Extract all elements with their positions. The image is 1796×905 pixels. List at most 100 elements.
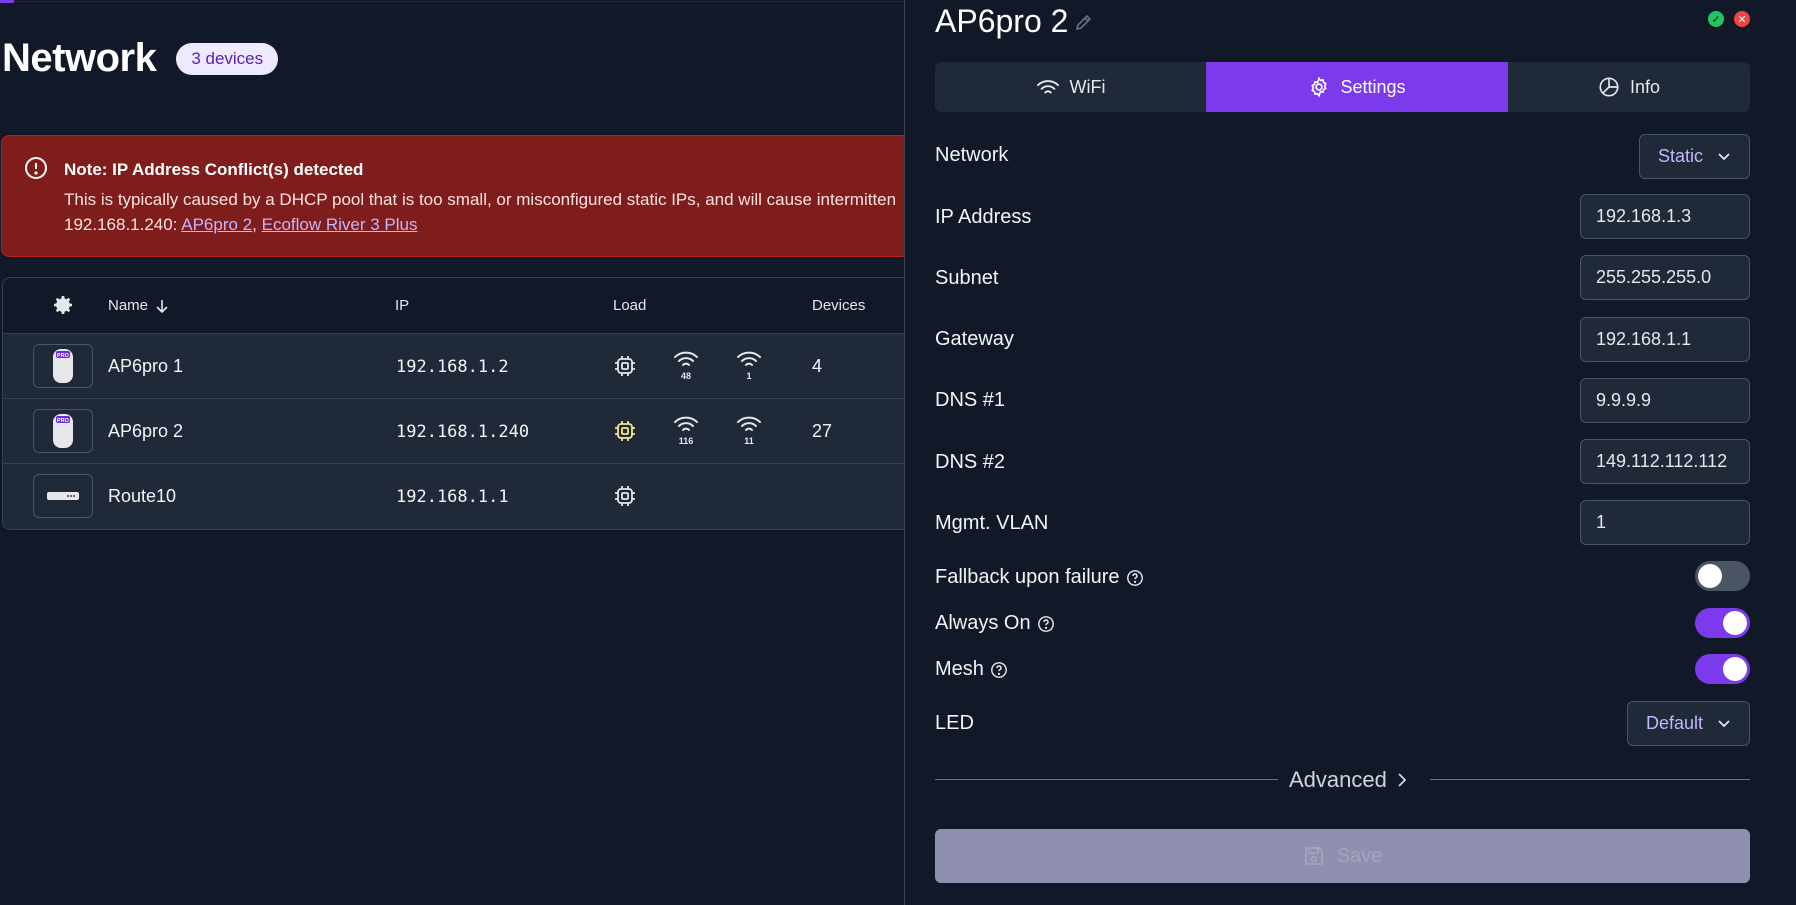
advanced-label: Advanced bbox=[1289, 767, 1387, 792]
device-ip: 192.168.1.240 bbox=[396, 422, 530, 442]
help-icon[interactable] bbox=[1037, 615, 1055, 633]
help-icon[interactable] bbox=[1126, 569, 1144, 587]
page-header: Network 3 devices bbox=[2, 36, 279, 81]
info-icon bbox=[1599, 77, 1619, 97]
mgmt-vlan-input[interactable] bbox=[1580, 500, 1750, 545]
column-settings-icon[interactable] bbox=[51, 293, 75, 317]
wifi-icon bbox=[737, 416, 761, 431]
chevron-down-icon bbox=[1718, 719, 1730, 727]
device-count: 27 bbox=[812, 421, 833, 441]
advanced-divider-left bbox=[935, 779, 1278, 780]
close-icon[interactable]: ✕ bbox=[1734, 11, 1750, 27]
fallback-toggle[interactable] bbox=[1695, 561, 1750, 591]
gear-icon bbox=[1311, 76, 1328, 98]
table-row[interactable]: PRO AP6pro 2 192.168.1.240 116 11 27 bbox=[3, 399, 905, 464]
mgmt-vlan-label: Mgmt. VLAN bbox=[935, 512, 1049, 534]
tab-settings[interactable]: Settings bbox=[1206, 62, 1508, 112]
device-ip: 192.168.1.2 bbox=[396, 357, 509, 377]
window-controls: ✓ ✕ bbox=[1708, 11, 1750, 27]
table-header: Name IP Load Devices bbox=[3, 278, 905, 334]
mesh-label-row: Mesh bbox=[935, 658, 1008, 681]
dns1-label: DNS #1 bbox=[935, 389, 1006, 411]
svg-text:PRO: PRO bbox=[57, 418, 70, 424]
ip-address-label: IP Address bbox=[935, 206, 1032, 228]
advanced-toggle[interactable]: Advanced bbox=[1289, 767, 1407, 793]
column-header-devices[interactable]: Devices bbox=[812, 297, 865, 314]
svg-text:PRO: PRO bbox=[57, 353, 70, 359]
led-select[interactable]: Default bbox=[1626, 701, 1750, 746]
confirm-icon[interactable]: ✓ bbox=[1708, 11, 1724, 27]
subnet-label: Subnet bbox=[935, 267, 999, 289]
always-on-label-row: Always On bbox=[935, 612, 1055, 635]
device-table: Name IP Load Devices PRO AP6pro 1 192.16… bbox=[2, 277, 905, 530]
ap-pro-icon: PRO bbox=[33, 409, 93, 453]
tab-info-label: Info bbox=[1629, 76, 1661, 97]
chevron-right-icon bbox=[1398, 773, 1407, 787]
edit-pencil-icon[interactable] bbox=[1074, 12, 1094, 32]
wifi-load-b: 11 bbox=[734, 415, 764, 446]
wifi-icon bbox=[674, 416, 698, 431]
alert-title: Note: IP Address Conflict(s) detected bbox=[64, 160, 364, 179]
wifi-icon bbox=[674, 351, 698, 366]
conflict-separator: , bbox=[252, 215, 257, 234]
alert-body: This is typically caused by a DHCP pool … bbox=[64, 190, 897, 209]
device-ip: 192.168.1.1 bbox=[396, 487, 509, 507]
wifi-client-count: 1 bbox=[746, 371, 752, 381]
fallback-label: Fallback upon failure bbox=[935, 566, 1120, 588]
led-label: LED bbox=[935, 712, 974, 734]
tab-bar: WiFi Settings Info bbox=[935, 62, 1750, 112]
table-row[interactable]: Route10 192.168.1.1 bbox=[3, 464, 905, 529]
always-on-toggle[interactable] bbox=[1695, 608, 1750, 638]
dns1-input[interactable] bbox=[1580, 378, 1750, 423]
led-value: Default bbox=[1645, 713, 1703, 733]
alert-circle-icon bbox=[25, 157, 47, 179]
column-header-name[interactable]: Name bbox=[108, 297, 170, 314]
column-header-name-label: Name bbox=[108, 297, 149, 314]
dns2-input[interactable] bbox=[1580, 439, 1750, 484]
toggle-knob bbox=[1698, 564, 1722, 588]
network-mode-select[interactable]: Static bbox=[1638, 134, 1750, 179]
dns2-label: DNS #2 bbox=[935, 451, 1006, 473]
gateway-input[interactable] bbox=[1580, 317, 1750, 362]
always-on-label: Always On bbox=[935, 612, 1031, 634]
panel-title: AP6pro 2 bbox=[935, 3, 1069, 39]
device-count: 4 bbox=[812, 356, 823, 376]
device-name[interactable]: Route10 bbox=[108, 486, 176, 507]
advanced-divider-right bbox=[1430, 779, 1750, 780]
sort-down-icon bbox=[156, 299, 168, 313]
conflict-ip: 192.168.1.240: bbox=[64, 215, 178, 234]
network-panel: Network 3 devices Note: IP Address Confl… bbox=[0, 0, 905, 905]
tab-wifi[interactable]: WiFi bbox=[935, 62, 1206, 112]
cpu-icon bbox=[615, 486, 635, 506]
subnet-input[interactable] bbox=[1580, 255, 1750, 300]
ip-address-input[interactable] bbox=[1580, 194, 1750, 239]
save-button[interactable]: Save bbox=[935, 829, 1750, 883]
table-row[interactable]: PRO AP6pro 1 192.168.1.2 48 1 4 bbox=[3, 334, 905, 399]
ap-pro-icon: PRO bbox=[33, 344, 93, 388]
conflict-device-link[interactable]: AP6pro 2 bbox=[181, 215, 252, 234]
tab-wifi-label: WiFi bbox=[1069, 76, 1106, 97]
save-icon bbox=[1304, 847, 1323, 865]
help-icon[interactable] bbox=[990, 661, 1008, 679]
device-name[interactable]: AP6pro 2 bbox=[108, 421, 183, 442]
network-mode-value: Static bbox=[1657, 146, 1703, 166]
router-icon bbox=[33, 474, 93, 518]
wifi-icon bbox=[737, 351, 761, 366]
mesh-toggle[interactable] bbox=[1695, 654, 1750, 684]
mesh-label: Mesh bbox=[935, 658, 984, 680]
page-title: Network bbox=[2, 36, 157, 80]
gateway-label: Gateway bbox=[935, 328, 1014, 350]
wifi-load-a: 116 bbox=[671, 415, 701, 446]
device-name[interactable]: AP6pro 1 bbox=[108, 356, 183, 377]
device-count-badge: 3 devices bbox=[176, 42, 279, 75]
tab-info[interactable]: Info bbox=[1508, 62, 1750, 112]
wifi-client-count: 48 bbox=[680, 371, 691, 381]
device-detail-panel: AP6pro 2 ✓ ✕ WiFi Settings Info Network … bbox=[905, 0, 1796, 905]
column-header-load[interactable]: Load bbox=[613, 297, 646, 314]
column-header-ip[interactable]: IP bbox=[395, 297, 409, 314]
wifi-client-count: 116 bbox=[678, 436, 694, 446]
wifi-load-a: 48 bbox=[671, 350, 701, 381]
wifi-client-count: 11 bbox=[744, 436, 754, 446]
conflict-device-link[interactable]: Ecoflow River 3 Plus bbox=[262, 215, 418, 234]
panel-title-row: AP6pro 2 bbox=[935, 3, 1094, 40]
